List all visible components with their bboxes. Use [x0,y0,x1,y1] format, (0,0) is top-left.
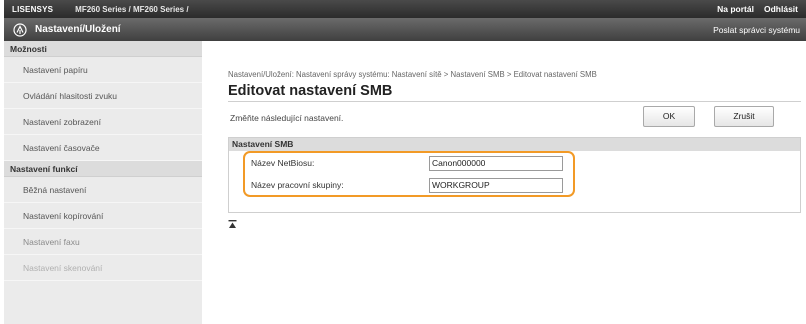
smb-settings-section: Nastavení SMB Název NetBiosu: Název prac… [228,137,801,213]
settings-register-icon [13,22,27,37]
cancel-button[interactable]: Zrušit [714,106,774,127]
top-bar: LISENSYS MF260 Series / MF260 Series / N… [4,0,806,18]
sidebar-header-options: Možnosti [4,41,202,57]
sidebar-item-volume-control[interactable]: Ovládání hlasitosti zvuku [4,83,202,109]
top-links: Na portál Odhlásit [717,4,798,14]
mail-admin-link[interactable]: Poslat správci systému [713,25,800,35]
main-content: Nastavení/Uložení: Nastavení správy syst… [202,41,806,324]
ok-button[interactable]: OK [643,106,695,127]
sidebar-item-fax-settings[interactable]: Nastavení faxu [4,229,202,255]
smb-section-header: Nastavení SMB [229,138,800,151]
go-to-top-icon[interactable] [228,220,237,229]
device-name: LISENSYS [12,4,54,14]
sidebar-item-paper-settings[interactable]: Nastavení papíru [4,57,202,83]
instruction-text: Změňte následující nastavení. [230,113,344,123]
sidebar-item-copy-settings[interactable]: Nastavení kopírování [4,203,202,229]
page-title: Editovat nastavení SMB [228,83,393,99]
sidebar-item-common-settings[interactable]: Běžná nastavení [4,177,202,203]
logout-link[interactable]: Odhlásit [764,4,798,14]
title-bar: Nastavení/Uložení Poslat správci systému [4,18,806,41]
netbios-name-input[interactable] [429,155,563,171]
page-header-title: Nastavení/Uložení [35,24,121,35]
sidebar-item-timer-settings[interactable]: Nastavení časovače [4,135,202,161]
netbios-label: Název NetBiosu: [251,158,315,168]
title-divider [228,101,801,102]
sidebar-header-function-settings: Nastavení funkcí [4,161,202,177]
sidebar-item-scan-settings[interactable]: Nastavení skenování [4,255,202,281]
breadcrumb: Nastavení/Uložení: Nastavení správy syst… [228,70,597,79]
device-model: MF260 Series / MF260 Series / [75,4,189,14]
workgroup-label: Název pracovní skupiny: [251,180,344,190]
sidebar: Možnosti Nastavení papíru Ovládání hlasi… [4,41,202,324]
workgroup-name-input[interactable] [429,177,563,193]
portal-link[interactable]: Na portál [717,4,754,14]
sidebar-item-display-settings[interactable]: Nastavení zobrazení [4,109,202,135]
